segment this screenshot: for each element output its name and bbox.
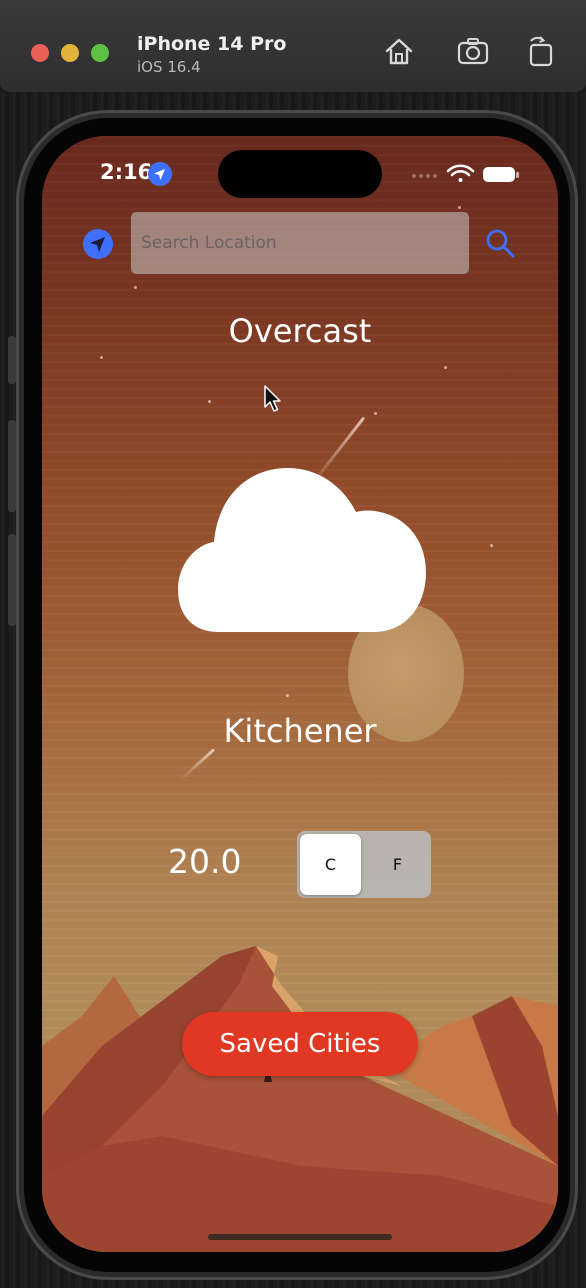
rotate-icon[interactable] — [524, 34, 558, 68]
volume-down-button — [8, 534, 16, 626]
star — [100, 356, 103, 359]
status-indicators — [412, 164, 519, 182]
star — [458, 206, 461, 209]
app-screen: 2:16 Overcast Kitchener 20.0 — [42, 136, 558, 1252]
unit-segmented-control: C F — [297, 831, 431, 898]
location-arrow-icon — [148, 162, 172, 186]
star — [444, 366, 447, 369]
cloud-icon — [178, 468, 426, 632]
mouse-cursor-icon — [264, 385, 281, 412]
star — [286, 694, 289, 697]
star — [490, 544, 493, 547]
mountains-illustration — [42, 946, 558, 1252]
star — [374, 412, 377, 415]
minimize-window-button[interactable] — [61, 44, 79, 62]
temperature-value: 20.0 — [168, 842, 242, 881]
simulator-os-version: iOS 16.4 — [137, 58, 201, 76]
status-time: 2:16 — [100, 160, 153, 184]
close-window-button[interactable] — [31, 44, 49, 62]
city-name: Kitchener — [223, 712, 377, 750]
saved-cities-button[interactable]: Saved Cities — [182, 1012, 418, 1076]
zoom-window-button[interactable] — [91, 44, 109, 62]
star — [208, 400, 211, 403]
home-indicator — [208, 1234, 392, 1240]
screenshot-icon[interactable] — [456, 34, 490, 68]
cellular-dots-icon — [412, 174, 437, 178]
current-location-button[interactable] — [82, 228, 114, 260]
simulator-device-name: iPhone 14 Pro — [137, 33, 287, 55]
home-icon[interactable] — [382, 34, 416, 68]
search-icon[interactable] — [484, 227, 516, 259]
battery-icon — [483, 167, 519, 182]
star — [134, 286, 137, 289]
fahrenheit-segment[interactable]: F — [367, 834, 428, 895]
celsius-segment[interactable]: C — [300, 834, 361, 895]
mute-switch — [8, 336, 16, 384]
dynamic-island — [218, 150, 382, 198]
simulator-toolbar: iPhone 14 Pro iOS 16.4 — [0, 0, 586, 93]
volume-up-button — [8, 420, 16, 512]
search-input[interactable] — [131, 212, 469, 274]
wifi-icon — [446, 164, 475, 182]
weather-condition: Overcast — [228, 312, 372, 350]
